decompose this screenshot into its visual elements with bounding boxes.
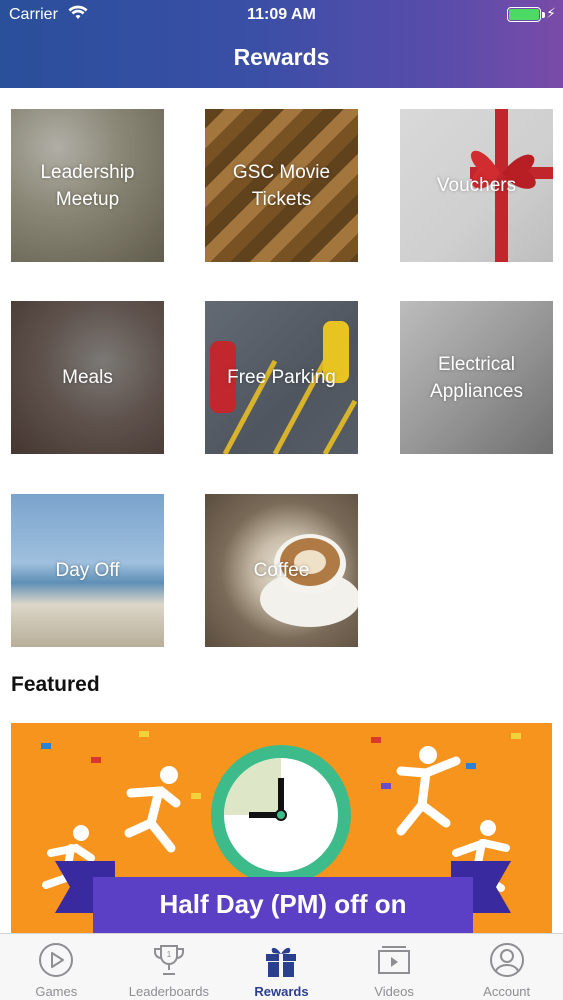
- tab-label: Rewards: [254, 984, 309, 999]
- tab-account[interactable]: Account: [450, 934, 563, 1000]
- reward-tile-leadership-meetup[interactable]: Leadership Meetup: [11, 109, 164, 262]
- user-icon: [489, 943, 524, 977]
- reward-tile-label: GSC Movie Tickets: [232, 161, 331, 210]
- reward-tile-meals[interactable]: Meals: [11, 301, 164, 454]
- tab-label: Account: [483, 984, 531, 999]
- app-header: Carrier 11:09 AM ⚡ Rewards: [0, 0, 563, 88]
- reward-tile-label: Vouchers: [436, 175, 517, 196]
- tab-rewards[interactable]: Rewards: [225, 934, 338, 1000]
- tab-label: Videos: [374, 984, 414, 999]
- clock-icon: [211, 745, 351, 885]
- gift-icon: [266, 947, 297, 977]
- reward-tile-label: Electrical Appliances: [430, 353, 523, 402]
- reward-tile-label: Coffee: [253, 560, 310, 581]
- featured-heading: Featured: [11, 673, 100, 696]
- tab-videos[interactable]: Videos: [338, 934, 451, 1000]
- reward-tile-electrical-appliances[interactable]: Electrical Appliances: [400, 301, 553, 454]
- battery-icon: [507, 7, 545, 22]
- page-title: Rewards: [233, 44, 330, 70]
- status-time: 11:09 AM: [247, 6, 316, 23]
- status-bar: Carrier 11:09 AM ⚡: [0, 0, 563, 30]
- charging-bolt-icon: ⚡: [546, 5, 556, 21]
- reward-tile-day-off[interactable]: Day Off: [11, 494, 164, 647]
- running-figure-icon: [124, 766, 181, 853]
- tab-label: Leaderboards: [128, 984, 209, 999]
- play-circle-icon: [39, 943, 74, 977]
- tab-label: Games: [35, 984, 78, 999]
- reward-tile-gsc-movie-tickets[interactable]: GSC Movie Tickets: [205, 109, 358, 262]
- reward-tile-label: Day Off: [55, 560, 120, 581]
- trophy-icon: 1: [153, 945, 184, 975]
- reward-tile-label: Leadership Meetup: [40, 161, 135, 210]
- video-icon: [378, 946, 411, 974]
- banner-text: Half Day (PM) off on: [159, 889, 407, 919]
- reward-tile-label: Meals: [62, 367, 113, 388]
- reward-tile-label: Free Parking: [227, 367, 336, 388]
- reward-tile-coffee[interactable]: Coffee: [205, 494, 358, 647]
- reward-tile-free-parking[interactable]: Free Parking: [205, 301, 358, 454]
- tab-games[interactable]: Games: [0, 934, 113, 1000]
- svg-text:1: 1: [167, 950, 172, 959]
- tab-bar: Games 1 Leaderboards Rewards Videos Acco…: [0, 933, 563, 1000]
- tab-leaderboards[interactable]: 1 Leaderboards: [113, 934, 226, 1000]
- featured-banner[interactable]: Half Day (PM) off on: [11, 723, 552, 935]
- battery-level-fill: [509, 9, 539, 20]
- reward-tile-vouchers[interactable]: Vouchers: [400, 109, 553, 262]
